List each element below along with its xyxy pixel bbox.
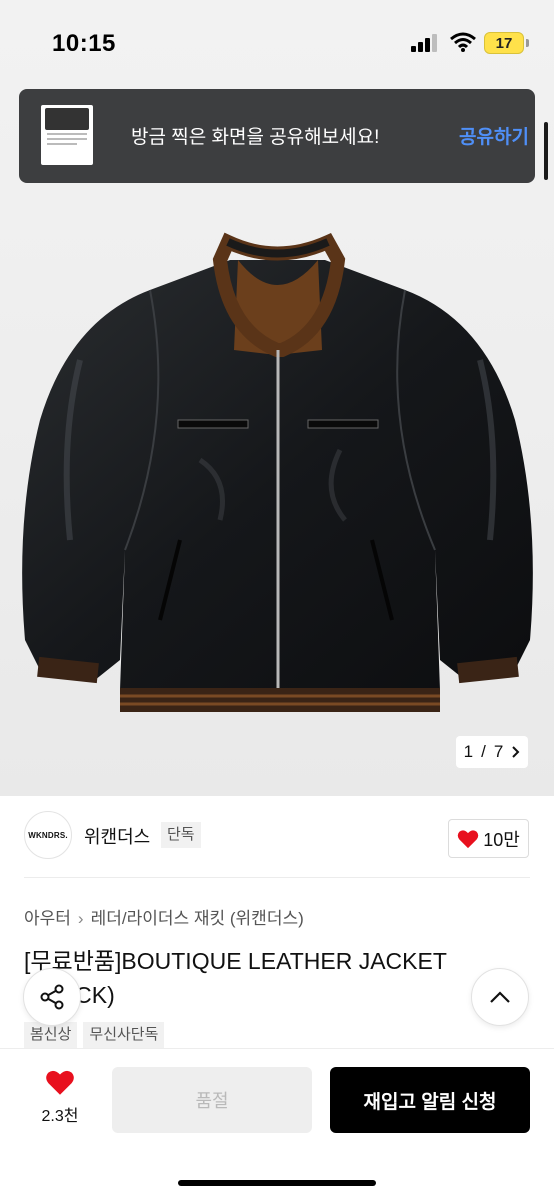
brand-row: WKNDRS. 위캔더스 단독 10만 [0, 806, 554, 872]
scroll-indicator [544, 122, 548, 180]
battery-icon: 17 [484, 32, 524, 54]
toast-message: 방금 찍은 화면을 공유해보세요! [131, 127, 380, 148]
signal-icon [411, 34, 437, 52]
tag-exclusive: 무신사단독 [83, 1022, 165, 1048]
breadcrumb: 아우터 › 레더/라이더스 재킷 (위캔더스) [24, 904, 304, 929]
chevron-right-icon: › [77, 909, 84, 928]
soldout-button: 품절 [112, 1067, 312, 1133]
share-fab[interactable] [23, 968, 81, 1026]
exclusive-badge: 단독 [161, 822, 201, 848]
share-button[interactable]: 공유하기 [459, 122, 529, 149]
pager-current: 1 [463, 742, 474, 761]
wishlist-count: 2.3천 [41, 1108, 79, 1125]
wishlist-button[interactable]: 2.3천 [22, 1069, 98, 1133]
status-time: 10:15 [52, 30, 116, 57]
chevron-up-icon [490, 991, 510, 1003]
divider [24, 877, 530, 878]
brand-logo-text: WKNDRS. [28, 830, 68, 840]
screenshot-thumbnail[interactable] [41, 105, 93, 165]
brand-name[interactable]: 위캔더스 [84, 823, 150, 849]
heart-icon [457, 829, 479, 848]
restock-alert-button[interactable]: 재입고 알림 신청 [330, 1067, 530, 1133]
like-count: 10만 [483, 829, 520, 850]
scroll-top-button[interactable] [471, 968, 529, 1026]
heart-icon [46, 1070, 74, 1095]
product-tags: 봄신상 무신사단독 [24, 1022, 165, 1048]
product-image [22, 232, 533, 712]
breadcrumb-category[interactable]: 아우터 [24, 909, 71, 928]
product-detail-page: 1 / 7 10:15 17 방금 찍은 화면을 공유해보세요! 공유하기 WK… [0, 0, 554, 1200]
share-toast[interactable]: 방금 찍은 화면을 공유해보세요! 공유하기 [19, 89, 535, 183]
pager-total: 7 [493, 742, 504, 761]
bottom-action-bar: 2.3천 품절 재입고 알림 신청 [0, 1048, 554, 1200]
brand-logo[interactable]: WKNDRS. [24, 811, 72, 859]
home-indicator [178, 1180, 376, 1186]
like-button[interactable]: 10만 [448, 819, 529, 858]
battery-tip [526, 39, 529, 47]
battery-level: 17 [495, 34, 513, 52]
pager-separator: / [481, 742, 486, 761]
chevron-right-icon [512, 746, 520, 758]
wifi-icon [450, 32, 476, 52]
image-pager[interactable]: 1 / 7 [456, 736, 528, 768]
product-title: [무료반품]BOUTIQUE LEATHER JACKET (BLACK) [24, 948, 447, 1008]
breadcrumb-subcategory[interactable]: 레더/라이더스 재킷 (위캔더스) [91, 909, 304, 928]
share-icon [40, 984, 64, 1010]
status-bar: 10:15 17 [0, 0, 554, 88]
